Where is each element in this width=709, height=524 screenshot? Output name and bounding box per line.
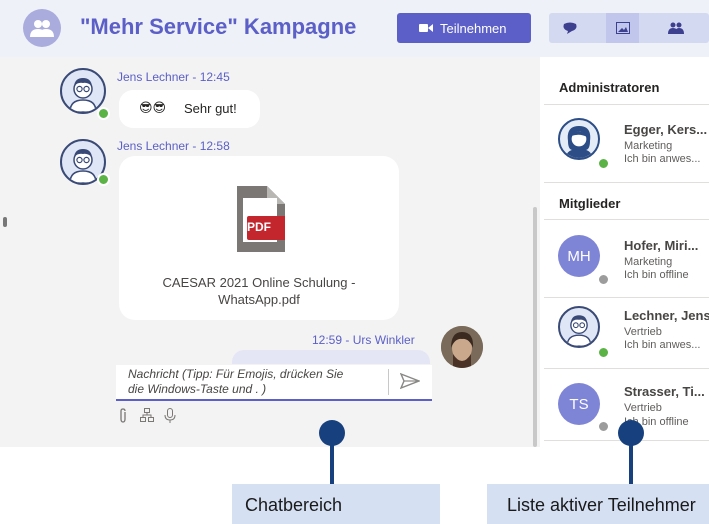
divider bbox=[544, 182, 709, 183]
member-role: Vertrieb bbox=[624, 402, 662, 414]
composer-placeholder-line: die Windows-Taste und . ) bbox=[128, 382, 267, 396]
message-text: Sehr gut! bbox=[184, 101, 237, 116]
admins-heading: Administratoren bbox=[559, 80, 660, 95]
org-chart-icon[interactable] bbox=[140, 408, 154, 427]
callout-label: Liste aktiver Teilnehmer bbox=[507, 495, 696, 515]
file-attachment-card[interactable]: PDF CAESAR 2021 Online Schulung - WhatsA… bbox=[119, 156, 399, 320]
member-name: Strasser, Ti... bbox=[624, 384, 705, 399]
collapse-handle[interactable] bbox=[3, 217, 7, 227]
photo-avatar-icon bbox=[441, 326, 483, 368]
composer-placeholder-line: Nachricht (Tipp: Für Emojis, drücken Sie bbox=[128, 367, 344, 381]
member-status: Ich bin anwes... bbox=[624, 339, 701, 351]
members-panel: Administratoren Egger, Kers... Marketing… bbox=[544, 66, 709, 447]
presence-online-indicator bbox=[597, 157, 610, 170]
member-name: Egger, Kers... bbox=[624, 122, 708, 137]
presence-offline-indicator bbox=[597, 420, 610, 433]
chat-scrollbar[interactable] bbox=[533, 207, 537, 447]
join-meeting-button[interactable]: Teilnehmen bbox=[397, 13, 531, 43]
presence-online-indicator bbox=[97, 173, 110, 186]
member-name: Lechner, Jens bbox=[624, 308, 709, 323]
person-illustration-icon bbox=[69, 78, 97, 112]
channel-header: "Mehr Service" Kampagne Teilnehmen bbox=[0, 0, 709, 57]
tab-members[interactable] bbox=[659, 13, 692, 43]
member-name: Hofer, Miri... bbox=[624, 238, 699, 253]
member-role: Vertrieb bbox=[624, 326, 662, 338]
divider bbox=[544, 219, 709, 220]
tab-media[interactable] bbox=[606, 13, 639, 43]
attach-icon[interactable] bbox=[118, 408, 128, 428]
view-tabs bbox=[549, 13, 709, 43]
tab-chat[interactable] bbox=[553, 13, 586, 43]
divider bbox=[544, 297, 709, 298]
file-name-line: WhatsApp.pdf bbox=[218, 292, 300, 307]
presence-online-indicator bbox=[97, 107, 110, 120]
own-message-author-time: 12:59 - Urs Winkler bbox=[312, 333, 415, 347]
group-avatar[interactable] bbox=[23, 9, 61, 47]
members-heading: Mitglieder bbox=[559, 196, 621, 211]
message-emoji: 😎😎 bbox=[139, 100, 167, 115]
file-name-line: CAESAR 2021 Online Schulung - bbox=[162, 275, 356, 290]
person-illustration-icon bbox=[566, 126, 592, 158]
avatar[interactable] bbox=[558, 306, 600, 348]
divider bbox=[544, 104, 709, 105]
callout-label: Chatbereich bbox=[245, 495, 343, 515]
avatar[interactable] bbox=[558, 118, 600, 160]
member-status: Ich bin offline bbox=[624, 269, 689, 281]
member-role: Marketing bbox=[624, 140, 673, 152]
member-role: Marketing bbox=[624, 256, 673, 268]
presence-offline-indicator bbox=[597, 273, 610, 286]
microphone-icon[interactable] bbox=[164, 408, 176, 428]
own-avatar[interactable] bbox=[441, 326, 483, 368]
callout-marker bbox=[319, 420, 345, 446]
callout-participants: Liste aktiver Teilnehmer bbox=[487, 484, 709, 524]
send-icon[interactable] bbox=[400, 373, 420, 389]
member-status: Ich bin anwes... bbox=[624, 153, 701, 165]
person-illustration-icon bbox=[566, 315, 592, 346]
callout-marker bbox=[618, 420, 644, 446]
image-icon bbox=[615, 22, 630, 34]
message-author-time: Jens Lechner - 12:58 bbox=[117, 139, 230, 153]
join-label: Teilnehmen bbox=[440, 21, 507, 36]
callout-chat-area: Chatbereich bbox=[232, 484, 440, 524]
chat-bubble-icon bbox=[563, 22, 576, 34]
message-author-time: Jens Lechner - 12:45 bbox=[117, 70, 230, 84]
presence-online-indicator bbox=[597, 346, 610, 359]
divider bbox=[544, 368, 709, 369]
people-icon bbox=[667, 22, 684, 34]
group-icon bbox=[30, 20, 54, 37]
pdf-badge: PDF bbox=[247, 220, 271, 234]
avatar-initials[interactable]: TS bbox=[558, 383, 600, 425]
message-composer[interactable]: Nachricht (Tipp: Für Emojis, drücken Sie… bbox=[116, 365, 432, 401]
composer-placeholder[interactable]: Nachricht (Tipp: Für Emojis, drücken Sie… bbox=[128, 367, 386, 397]
video-camera-icon bbox=[419, 24, 433, 32]
composer-divider bbox=[388, 369, 389, 395]
file-name: CAESAR 2021 Online Schulung - WhatsApp.p… bbox=[119, 274, 399, 308]
own-message-bubble[interactable] bbox=[232, 350, 430, 364]
avatar-initials[interactable]: MH bbox=[558, 235, 600, 277]
channel-title: "Mehr Service" Kampagne bbox=[80, 14, 357, 39]
